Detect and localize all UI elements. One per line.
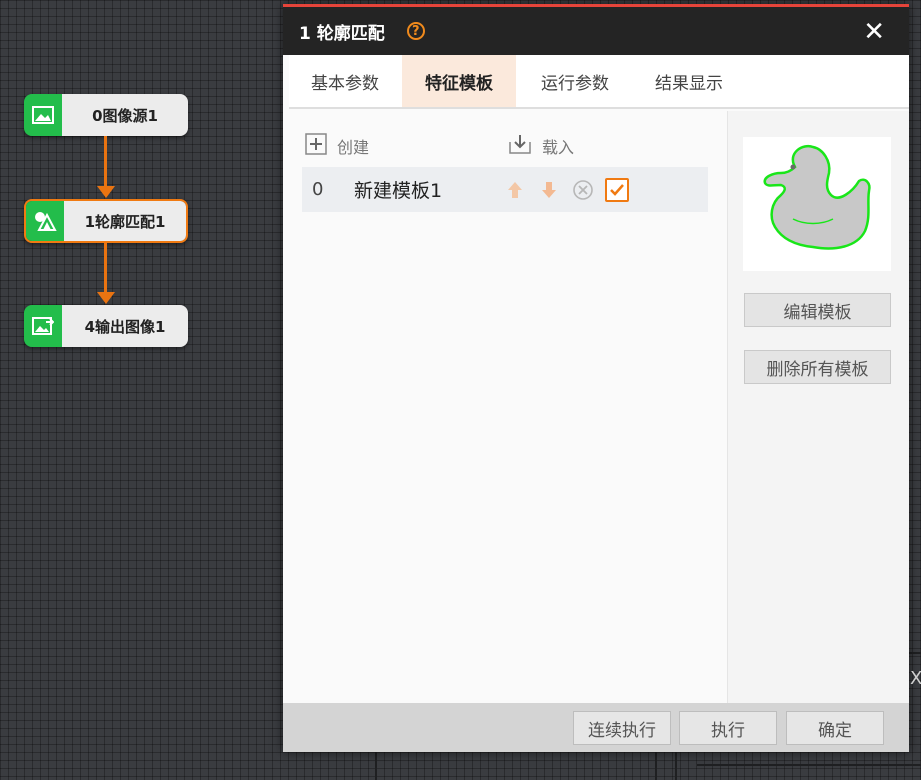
canvas-divider [675,752,677,780]
flow-node-label: 1轮廓匹配1 [64,201,186,241]
tab-run-params[interactable]: 运行参数 [527,55,623,107]
tab-basic-params[interactable]: 基本参数 [297,55,393,107]
tab-result-display[interactable]: 结果显示 [641,55,737,107]
load-template-button[interactable]: 载入 [508,133,574,159]
flow-node-label: 0图像源1 [62,94,188,136]
template-index: 0 [312,179,324,200]
plus-box-icon [305,133,327,159]
canvas-divider [697,764,921,766]
help-icon[interactable]: ? [406,22,425,40]
canvas-divider [909,652,921,654]
close-icon[interactable]: ✕ [863,19,885,45]
template-preview-panel: 编辑模板 删除所有模板 [728,111,909,703]
dialog-footer: 连续执行 执行 确定 [283,703,909,752]
close-circle-icon [573,179,593,200]
shape-match-icon [26,201,64,241]
create-label: 创建 [337,138,370,157]
create-template-button[interactable]: 创建 [305,133,369,159]
flow-node-output-image[interactable]: 4输出图像1 [24,305,188,347]
dialog-title: 1 轮廓匹配 [299,23,385,44]
move-up-button[interactable] [498,167,532,212]
canvas-divider [655,752,657,780]
template-enable-checkbox[interactable] [600,167,634,212]
download-icon [508,133,532,159]
edge-fragment-text: X [910,668,921,689]
move-down-button[interactable] [532,167,566,212]
confirm-button[interactable]: 确定 [786,711,884,745]
delete-template-button[interactable] [566,167,600,212]
delete-all-templates-button[interactable]: 删除所有模板 [744,350,891,384]
arrow-down-icon [542,181,556,198]
arrow-up-icon [508,181,522,198]
template-row[interactable]: 0 新建模板1 [302,167,708,212]
edit-template-button[interactable]: 编辑模板 [744,293,891,327]
execute-button[interactable]: 执行 [679,711,777,745]
duck-template-icon [763,144,871,250]
flow-arrow [97,186,115,198]
tab-bar: 基本参数 特征模板 运行参数 结果显示 [289,55,909,109]
load-label: 载入 [542,138,575,157]
template-preview-image [743,137,891,271]
tab-feature-template[interactable]: 特征模板 [402,55,516,107]
shape-match-dialog: 1 轮廓匹配 ? ✕ 基本参数 特征模板 运行参数 结果显示 创建 载入 0 新… [283,4,909,752]
flow-node-shape-match[interactable]: 1轮廓匹配1 [24,199,188,243]
template-name: 新建模板1 [354,180,443,202]
checkbox-checked-icon [605,177,629,202]
flow-arrow [97,292,115,304]
canvas-divider [375,752,377,780]
output-image-icon [24,305,62,347]
flow-node-label: 4输出图像1 [62,305,188,347]
flow-connector [104,243,107,293]
template-list-panel: 创建 载入 0 新建模板1 [289,111,728,703]
flow-node-image-source[interactable]: 0图像源1 [24,94,188,136]
dialog-titlebar[interactable]: 1 轮廓匹配 ? ✕ [283,4,909,55]
continuous-execute-button[interactable]: 连续执行 [573,711,671,745]
flow-connector [104,136,107,188]
image-icon [24,94,62,136]
